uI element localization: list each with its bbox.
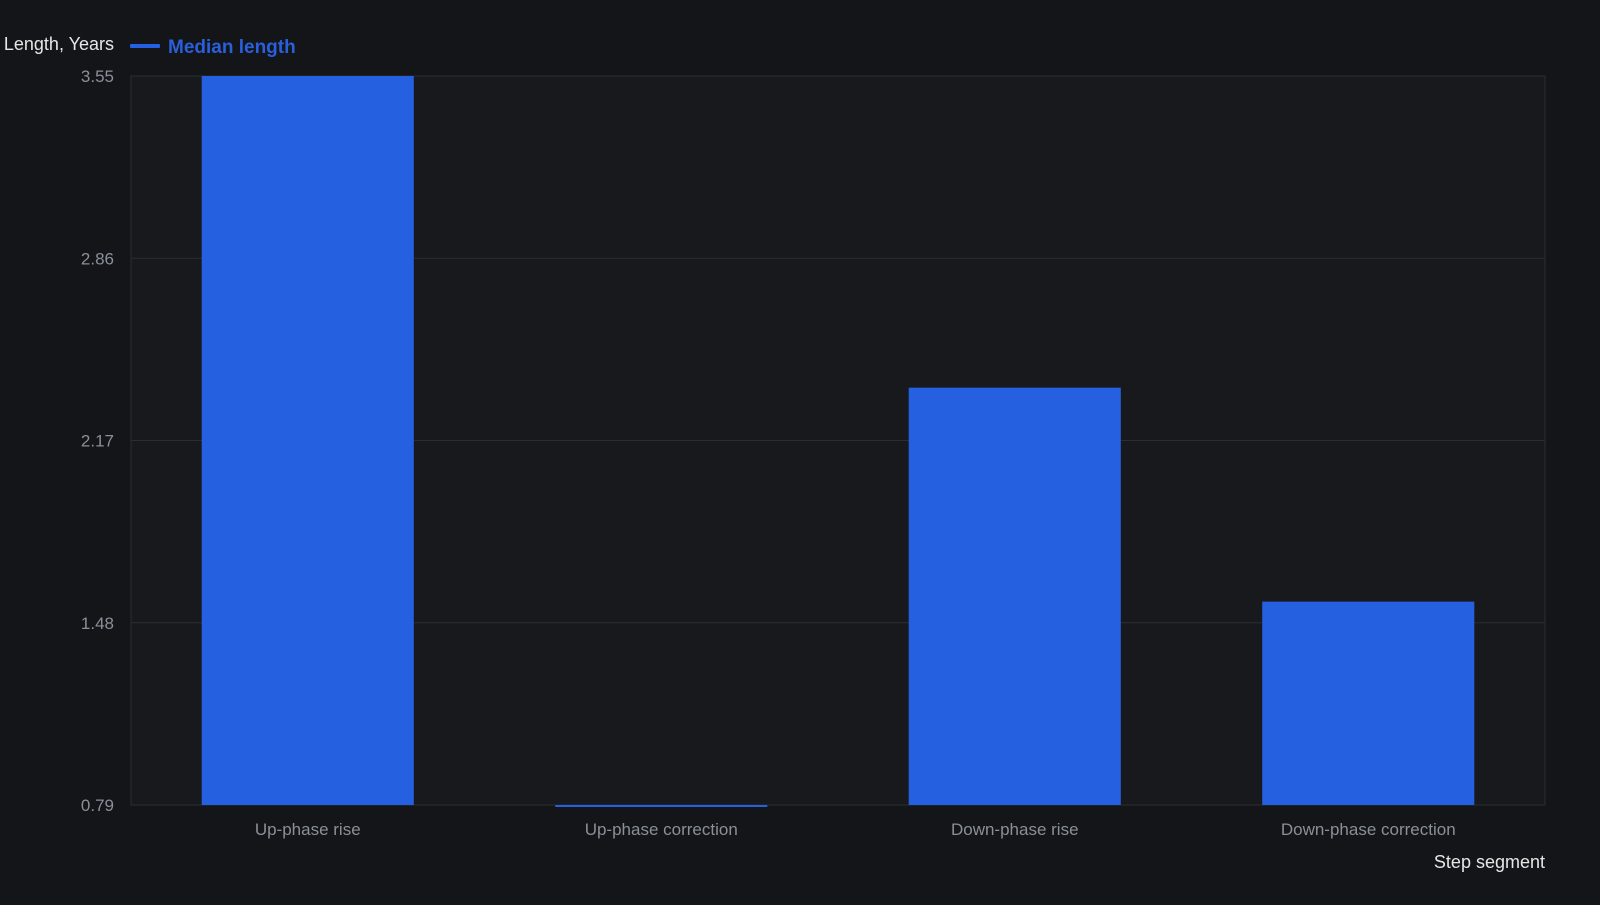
y-tick-label: 2.17 xyxy=(81,432,114,451)
y-tick-labels: 3.55 2.86 2.17 1.48 0.79 xyxy=(81,67,114,815)
legend-swatch[interactable] xyxy=(130,44,160,48)
bar-chart: 3.552.862.171.480.79 Up-phase rise Up-pha… xyxy=(4,34,1546,872)
x-axis-title: Step segment xyxy=(1434,852,1545,872)
x-tick-label: Down-phase correction xyxy=(1281,820,1456,839)
x-tick-labels: Up-phase rise Up-phase correction Down-pha… xyxy=(255,820,1456,839)
x-tick-label: Up-phase correction xyxy=(585,820,738,839)
legend-label[interactable]: Median length xyxy=(168,37,296,58)
y-tick-label: 0.79 xyxy=(81,796,114,815)
bar[interactable] xyxy=(555,805,768,807)
bar[interactable] xyxy=(1262,601,1475,805)
x-tick-label: Up-phase rise xyxy=(255,820,361,839)
y-tick-label: 2.86 xyxy=(81,249,114,268)
bar[interactable] xyxy=(201,76,414,805)
chart-root: 3.55 2.86 2.17 1.48 0.79 Up-phase rise Up-pha… xyxy=(0,0,1600,900)
y-tick-label: 1.48 xyxy=(81,614,114,633)
bar[interactable] xyxy=(908,387,1121,805)
y-tick-label: 3.55 xyxy=(81,67,114,86)
x-tick-label: Down-phase rise xyxy=(951,820,1079,839)
y-axis-title: Length, Years xyxy=(4,34,114,54)
